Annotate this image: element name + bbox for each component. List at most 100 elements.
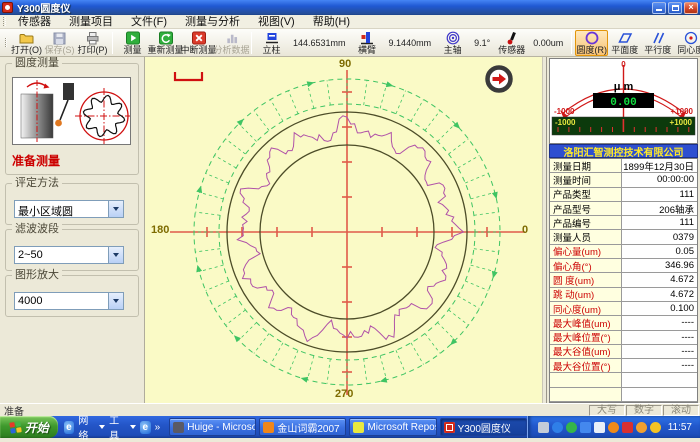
row-label bbox=[550, 373, 622, 387]
menu-help[interactable]: 帮助(H) bbox=[304, 15, 359, 29]
toolbar-separator bbox=[251, 32, 252, 54]
menu-sensor[interactable]: 传感器 bbox=[9, 15, 60, 29]
row-label: 最大峰位置(°) bbox=[550, 331, 622, 345]
start-button[interactable]: 开始 bbox=[0, 416, 58, 438]
close-button[interactable]: × bbox=[684, 2, 698, 14]
angle-label-90: 90 bbox=[339, 58, 351, 70]
column-value: 144.6531mm bbox=[293, 38, 346, 48]
tray-icon[interactable] bbox=[650, 422, 661, 433]
minimize-button[interactable] bbox=[652, 2, 666, 14]
measure-button[interactable]: 测量 bbox=[116, 30, 149, 56]
filter-dropdown-button[interactable] bbox=[108, 247, 123, 263]
measurement-illustration bbox=[12, 77, 131, 145]
parallelism-lines-icon bbox=[650, 31, 666, 45]
arm-value: 9.1440mm bbox=[389, 38, 432, 48]
sensor-button[interactable]: 传感器 bbox=[495, 30, 528, 56]
filter-combobox[interactable]: 2~50 bbox=[14, 246, 124, 264]
tray-icon[interactable] bbox=[566, 422, 577, 433]
tray-icon[interactable] bbox=[538, 422, 549, 433]
interrupt-button[interactable]: 中断测量 bbox=[182, 30, 215, 56]
maximize-button[interactable] bbox=[668, 2, 682, 14]
tray-icon[interactable] bbox=[580, 422, 591, 433]
sidebar: 圆度测量 bbox=[0, 57, 145, 403]
magnify-combobox[interactable]: 4000 bbox=[14, 292, 124, 310]
arm-button[interactable]: 横臂 bbox=[351, 30, 384, 56]
menu-measure-analyze[interactable]: 测量与分析 bbox=[176, 15, 249, 29]
measure-play-icon bbox=[125, 31, 141, 45]
row-value: 346.96 bbox=[622, 259, 697, 273]
chevron-down-icon[interactable] bbox=[130, 425, 136, 429]
task-icon bbox=[444, 422, 455, 433]
quicklaunch-overflow-chevron[interactable]: » bbox=[155, 422, 161, 433]
ie-icon[interactable]: e bbox=[64, 421, 75, 434]
magnify-value: 4000 bbox=[15, 293, 108, 309]
menu-file[interactable]: 文件(F) bbox=[122, 15, 176, 29]
mode-parallelism-button[interactable]: 平行度 bbox=[641, 30, 674, 56]
mode-flatness-button[interactable]: 平面度 bbox=[608, 30, 641, 56]
company-banner: 洛阳汇智测控技术有限公司 bbox=[549, 144, 698, 158]
toolbar: 打开(O) 保存(S) 打印(P) 测量 重新测量 bbox=[0, 29, 700, 57]
row-value: 4.672 bbox=[622, 273, 697, 287]
status-num: 数字 bbox=[626, 405, 662, 416]
rotation-direction-button[interactable] bbox=[485, 65, 513, 93]
toolbar-separator bbox=[571, 32, 572, 54]
tray-icon[interactable] bbox=[608, 422, 619, 433]
task-icon bbox=[263, 422, 274, 433]
row-label: 产品类型 bbox=[550, 188, 622, 202]
row-label: 偏心角(°) bbox=[550, 259, 622, 273]
task-button-repository[interactable]: Microsoft Reposi... bbox=[349, 418, 436, 436]
taskbar: 开始 e 网络 工具 e » Huige - Microsof... 金山词霸2… bbox=[0, 416, 700, 438]
task-icon bbox=[173, 422, 184, 433]
chevron-down-icon bbox=[113, 253, 119, 257]
task-button-huige[interactable]: Huige - Microsof... bbox=[169, 418, 256, 436]
menu-view[interactable]: 视图(V) bbox=[249, 15, 304, 29]
printer-icon bbox=[85, 31, 100, 45]
tray-icon[interactable] bbox=[594, 422, 605, 433]
mode-roundness-button[interactable]: 圆度(R) bbox=[575, 30, 608, 56]
sensor-probe-icon bbox=[504, 31, 520, 45]
app-icon[interactable] bbox=[2, 2, 13, 13]
measure-groupbox: 圆度测量 bbox=[5, 63, 139, 175]
column-button[interactable]: 立柱 bbox=[255, 30, 288, 56]
row-label: 最大谷位置(°) bbox=[550, 359, 622, 373]
menu-measure-item[interactable]: 测量项目 bbox=[60, 15, 122, 29]
row-value: 206轴承 bbox=[622, 202, 697, 216]
task-button-ciba[interactable]: 金山词霸2007 bbox=[259, 418, 346, 436]
row-label: 测量人员 bbox=[550, 230, 622, 244]
remeasure-button[interactable]: 重新测量 bbox=[149, 30, 182, 56]
analyze-button[interactable]: 分析数据 bbox=[215, 30, 248, 56]
row-value: 111 bbox=[622, 216, 697, 230]
magnify-dropdown-button[interactable] bbox=[108, 293, 123, 309]
clock[interactable]: 11:57 bbox=[668, 422, 692, 433]
toolbar-separator bbox=[112, 32, 113, 54]
lcd-reading: 0.00 bbox=[610, 97, 636, 109]
row-label: 同心度(um) bbox=[550, 302, 622, 316]
method-combobox[interactable]: 最小区域圆 bbox=[14, 200, 124, 218]
window-title: Y300圆度仪 bbox=[17, 0, 650, 15]
sensor-value: 0.00um bbox=[533, 38, 563, 48]
row-value: 0379 bbox=[622, 230, 697, 244]
open-folder-icon bbox=[19, 31, 34, 45]
chevron-down-icon bbox=[113, 299, 119, 303]
method-dropdown-button[interactable] bbox=[108, 201, 123, 217]
print-button[interactable]: 打印(P) bbox=[76, 30, 109, 56]
chevron-down-icon[interactable] bbox=[99, 425, 105, 429]
mode-concentricity1-button[interactable]: 同心度 bbox=[674, 30, 700, 56]
row-value: 1899年12月30日 bbox=[622, 159, 697, 173]
concentricity-dot-icon bbox=[683, 31, 699, 45]
ie-icon[interactable]: e bbox=[140, 421, 151, 434]
roundness-circle-icon bbox=[584, 31, 600, 45]
save-button[interactable]: 保存(S) bbox=[43, 30, 76, 56]
tray-icon[interactable] bbox=[552, 422, 563, 433]
open-button[interactable]: 打开(O) bbox=[10, 30, 43, 56]
row-label: 最大峰值(um) bbox=[550, 316, 622, 330]
row-value: 111 bbox=[622, 188, 697, 202]
filter-group-title: 滤波波段 bbox=[12, 223, 62, 235]
tray-icon[interactable] bbox=[622, 422, 633, 433]
tray-icon[interactable] bbox=[636, 422, 647, 433]
column-flag-icon bbox=[264, 31, 280, 45]
row-value: ---- bbox=[622, 345, 697, 359]
spindle-button[interactable]: 主轴 bbox=[436, 30, 469, 56]
task-button-y300[interactable]: Y300圆度仪 bbox=[440, 418, 527, 436]
task-icon bbox=[353, 422, 364, 433]
